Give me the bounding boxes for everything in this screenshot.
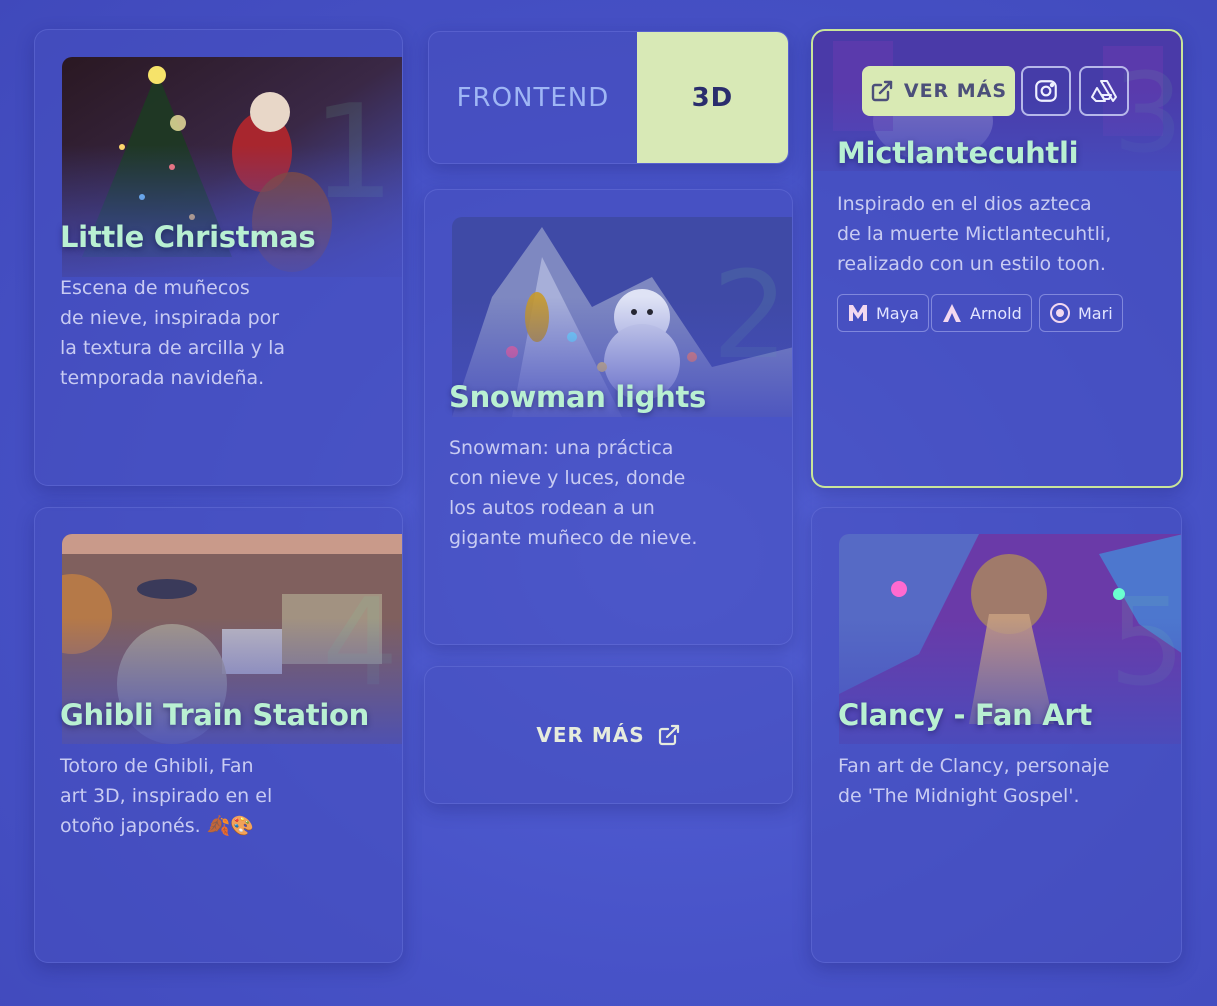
tag-arnold: Arnold (931, 294, 1032, 332)
tag-maya: Maya (837, 294, 929, 332)
project-title: Ghibli Train Station (60, 698, 369, 732)
project-description: Fan art de Clancy, personaje de 'The Mid… (838, 755, 1110, 807)
project-card-clancy-fan-art[interactable]: 5 Clancy - Fan Art Fan art de Clancy, pe… (811, 507, 1182, 963)
instagram-button[interactable] (1021, 66, 1071, 116)
svg-text:4: 4 (322, 574, 398, 713)
ver-mas-button[interactable]: VER MÁS (862, 66, 1015, 116)
artstation-button[interactable] (1079, 66, 1129, 116)
tag-mari: Mari (1039, 294, 1123, 332)
toggle-3d[interactable]: 3D (636, 32, 788, 163)
svg-text:2: 2 (712, 247, 788, 386)
svg-text:1: 1 (312, 76, 395, 228)
ver-mas-label: VER MÁS (903, 80, 1008, 102)
category-toggle: FRONTEND 3D (428, 31, 789, 164)
project-description: Inspirado en el dios azteca de la muerte… (837, 193, 1112, 275)
more-label: VER MÁS (536, 723, 645, 747)
external-link-icon (658, 724, 679, 746)
ver-mas-more-button[interactable]: VER MÁS (424, 666, 793, 804)
external-link-icon (871, 80, 893, 102)
project-card-snowman-lights[interactable]: 2 Snowman lights Snowman: una práctica c… (424, 189, 793, 645)
project-description: Totoro de Ghibli, Fan art 3D, inspirado … (60, 755, 273, 837)
project-title: Snowman lights (449, 380, 706, 414)
project-card-ghibli-train-station[interactable]: 4 Ghibli Train Station Totoro de Ghibli,… (34, 507, 403, 963)
project-card-little-christmas[interactable]: 1 Little Christmas Escena de muñecos de … (34, 29, 403, 486)
toggle-frontend[interactable]: FRONTEND (429, 32, 637, 163)
project-title: Little Christmas (60, 220, 316, 254)
instagram-icon (1035, 80, 1057, 102)
project-title: Clancy - Fan Art (838, 698, 1092, 732)
svg-text:5: 5 (1109, 574, 1182, 713)
project-title: Mictlantecuhtli (837, 136, 1079, 170)
maya-icon (849, 305, 867, 321)
artstation-icon (1091, 80, 1117, 102)
arnold-icon (943, 304, 961, 322)
project-description: Snowman: una práctica con nieve y luces,… (449, 437, 698, 549)
mari-icon (1050, 303, 1070, 323)
project-description: Escena de muñecos de nieve, inspirada po… (60, 277, 285, 389)
